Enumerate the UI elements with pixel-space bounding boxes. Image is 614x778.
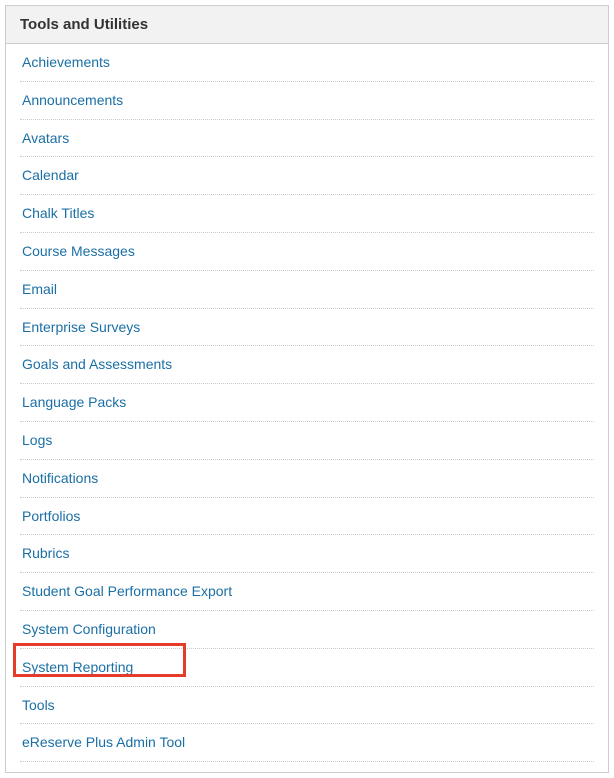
list-item: Chalk Titles: [20, 195, 594, 233]
panel-body: Achievements Announcements Avatars Calen…: [6, 44, 608, 772]
link-calendar[interactable]: Calendar: [20, 157, 594, 194]
link-rubrics[interactable]: Rubrics: [20, 535, 594, 572]
link-achievements[interactable]: Achievements: [20, 44, 594, 81]
list-item: Notifications: [20, 460, 594, 498]
list-item: Enterprise Surveys: [20, 309, 594, 347]
list-item: Goals and Assessments: [20, 346, 594, 384]
list-item: Tools: [20, 687, 594, 725]
link-chalk-titles[interactable]: Chalk Titles: [20, 195, 594, 232]
link-email[interactable]: Email: [20, 271, 594, 308]
list-item: Achievements: [20, 44, 594, 82]
list-item: System Configuration: [20, 611, 594, 649]
list-item: Avatars: [20, 120, 594, 158]
link-course-messages[interactable]: Course Messages: [20, 233, 594, 270]
list-item: Logs: [20, 422, 594, 460]
list-item: System Reporting: [20, 649, 594, 687]
panel-title: Tools and Utilities: [6, 6, 608, 44]
link-avatars[interactable]: Avatars: [20, 120, 594, 157]
link-system-reporting[interactable]: System Reporting: [20, 649, 594, 686]
link-portfolios[interactable]: Portfolios: [20, 498, 594, 535]
list-item: Calendar: [20, 157, 594, 195]
link-ereserve-plus-admin-tool[interactable]: eReserve Plus Admin Tool: [20, 724, 594, 761]
tools-utilities-wrapper: Tools and Utilities Achievements Announc…: [5, 5, 609, 773]
list-item: Student Goal Performance Export: [20, 573, 594, 611]
list-item: Course Messages: [20, 233, 594, 271]
link-enterprise-surveys[interactable]: Enterprise Surveys: [20, 309, 594, 346]
link-student-goal-performance-export[interactable]: Student Goal Performance Export: [20, 573, 594, 610]
link-announcements[interactable]: Announcements: [20, 82, 594, 119]
tools-utilities-panel: Tools and Utilities Achievements Announc…: [5, 5, 609, 773]
list-item: Announcements: [20, 82, 594, 120]
link-system-configuration[interactable]: System Configuration: [20, 611, 594, 648]
list-item: eReserve Plus Admin Tool: [20, 724, 594, 762]
list-item: Rubrics: [20, 535, 594, 573]
link-logs[interactable]: Logs: [20, 422, 594, 459]
link-goals-assessments[interactable]: Goals and Assessments: [20, 346, 594, 383]
link-tools[interactable]: Tools: [20, 687, 594, 724]
list-item: Portfolios: [20, 498, 594, 536]
link-notifications[interactable]: Notifications: [20, 460, 594, 497]
list-item: Language Packs: [20, 384, 594, 422]
list-item: Email: [20, 271, 594, 309]
link-language-packs[interactable]: Language Packs: [20, 384, 594, 421]
